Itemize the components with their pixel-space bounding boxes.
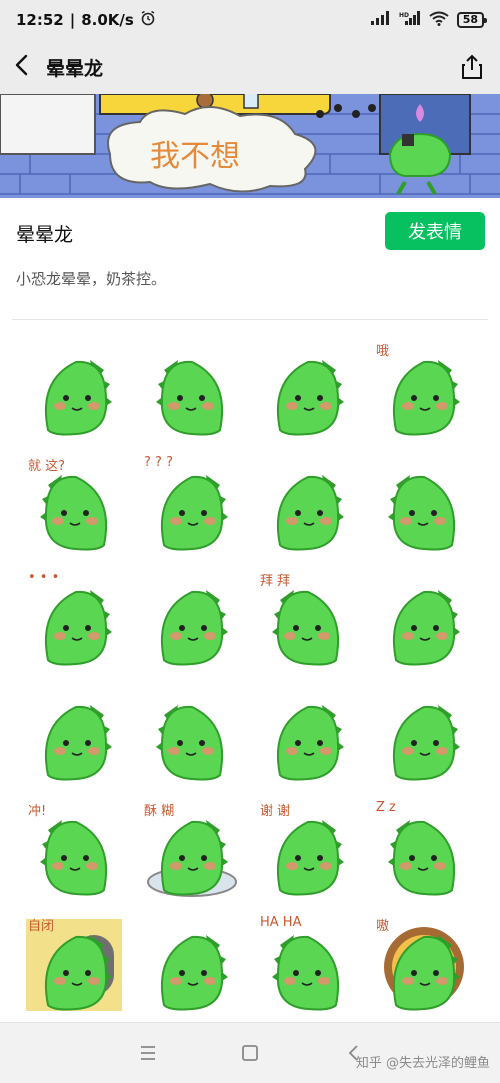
- sticker-19[interactable]: 谢 谢: [256, 800, 360, 904]
- sticker-5[interactable]: 就 这?: [24, 455, 128, 559]
- watermark: 知乎 @失去光泽的鲤鱼: [355, 1056, 490, 1071]
- menu-icon[interactable]: [136, 1041, 160, 1065]
- dino-sticker-art: [388, 475, 456, 551]
- sticker-9[interactable]: • • •: [24, 570, 128, 674]
- wifi-icon: [429, 11, 449, 30]
- sticker-17[interactable]: 冲!: [24, 800, 128, 904]
- divider: [12, 319, 488, 320]
- send-sticker-button[interactable]: 发表情: [385, 212, 485, 250]
- sticker-14[interactable]: [140, 685, 244, 789]
- sticker-12[interactable]: [372, 570, 476, 674]
- sticker-caption: 冲!: [28, 804, 47, 819]
- share-icon[interactable]: [458, 53, 486, 81]
- pack-description: 小恐龙晕晕，奶茶控。: [16, 270, 167, 288]
- sticker-23[interactable]: HA HA: [256, 915, 360, 1019]
- banner-text: 我不想: [150, 139, 240, 174]
- dino-sticker-art: [44, 705, 112, 781]
- signal-icon: [370, 11, 391, 29]
- back-arrow-icon[interactable]: [14, 54, 28, 80]
- sticker-pack-banner: 我不想: [0, 94, 500, 198]
- sticker-caption: Z z: [376, 800, 396, 815]
- dino-sticker-art: [272, 935, 340, 1011]
- sticker-1[interactable]: [24, 340, 128, 444]
- nav-title: 晕晕龙: [46, 57, 104, 80]
- sticker-7[interactable]: [256, 455, 360, 559]
- sticker-caption: HA HA: [260, 915, 302, 930]
- sticker-caption: ? ? ?: [144, 455, 173, 470]
- pack-title: 晕晕龙: [16, 224, 74, 246]
- sticker-6[interactable]: ? ? ?: [140, 455, 244, 559]
- pack-info: 晕晕龙 发表情 小恐龙晕晕，奶茶控。: [0, 198, 500, 320]
- sticker-10[interactable]: [140, 570, 244, 674]
- dino-sticker-art: [160, 590, 228, 666]
- sticker-caption: 就 这?: [28, 459, 66, 474]
- hd-label: HD: [399, 12, 409, 19]
- sticker-20[interactable]: Z z: [372, 800, 476, 904]
- sticker-3[interactable]: [256, 340, 360, 444]
- sticker-caption: 自闭: [28, 919, 55, 934]
- sticker-caption: 酥 糊: [144, 804, 175, 819]
- dino-sticker-art: [276, 475, 344, 551]
- sticker-22[interactable]: [140, 915, 244, 1019]
- sticker-16[interactable]: [372, 685, 476, 789]
- dino-sticker-art: [156, 705, 224, 781]
- sticker-11[interactable]: 拜 拜: [256, 570, 360, 674]
- sticker-13[interactable]: [24, 685, 128, 789]
- dino-sticker-art: [156, 360, 224, 436]
- dino-sticker-art: [160, 935, 228, 1011]
- sticker-caption: 嗷: [376, 919, 390, 934]
- sticker-caption: • • •: [28, 570, 60, 585]
- sticker-grid: 哦就 这? ? ? ? • • • 拜 拜冲! 酥 糊 谢 谢 Z z 自闭 HA HA 嗷: [0, 330, 500, 1022]
- signal-hd-icon: HD: [399, 11, 421, 29]
- sticker-8[interactable]: [372, 455, 476, 559]
- dino-sticker-art: [388, 820, 456, 896]
- battery-indicator: 58: [456, 12, 488, 28]
- dino-sticker-art: [276, 705, 344, 781]
- sticker-21[interactable]: 自闭: [24, 915, 128, 1019]
- sticker-2[interactable]: [140, 340, 244, 444]
- status-bar: 12:52 | 8.0K/s HD 58: [0, 0, 500, 40]
- nav-bar: 晕晕龙: [0, 40, 500, 94]
- alarm-icon: [140, 10, 156, 30]
- status-time: 12:52: [16, 11, 64, 29]
- sticker-caption: 谢 谢: [260, 804, 291, 819]
- system-nav-bar: 知乎 @失去光泽的鲤鱼: [0, 1022, 500, 1083]
- dino-sticker-art: [160, 475, 228, 551]
- status-divider: |: [69, 11, 76, 29]
- dino-sticker-art: [44, 360, 112, 436]
- home-icon[interactable]: [238, 1041, 262, 1065]
- dino-sticker-art: [392, 590, 460, 666]
- dino-sticker-art: [276, 360, 344, 436]
- status-network-speed: 8.0K/s: [81, 11, 134, 29]
- sticker-caption: 拜 拜: [260, 574, 291, 589]
- sticker-18[interactable]: 酥 糊: [140, 800, 244, 904]
- sticker-15[interactable]: [256, 685, 360, 789]
- sticker-caption: 哦: [376, 344, 390, 359]
- sticker-24[interactable]: 嗷: [372, 915, 476, 1019]
- dino-sticker-art: [44, 590, 112, 666]
- dino-sticker-art: [392, 705, 460, 781]
- sticker-4[interactable]: 哦: [372, 340, 476, 444]
